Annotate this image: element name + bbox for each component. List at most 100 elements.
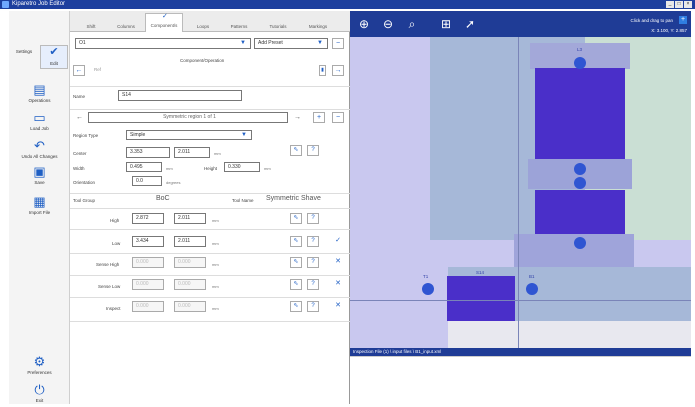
tab-tutorials[interactable]: Tutorials [260,21,296,32]
label-s14: S14 [476,270,485,275]
confirm-low-button[interactable]: ✓ [332,236,344,247]
inspect-y-input[interactable]: 0.000 [174,301,206,312]
marker-right[interactable] [526,283,538,295]
help-sense-low-button[interactable]: ? [307,279,319,290]
close-icon: ✕ [335,280,341,287]
scroll-indicator[interactable]: ▮ [319,65,326,76]
preferences-button[interactable]: ⚙ Preferences [9,355,70,375]
center-x-input[interactable]: 3.353 [126,147,170,158]
inspect-x-input[interactable]: 0.000 [132,301,164,312]
orientation-input[interactable]: 0.0 [132,176,162,186]
pick-high-button[interactable]: ⇖ [290,213,302,224]
region-navigator: Symmetric region 1 of 1 [88,112,288,123]
help-low-button[interactable]: ? [307,236,319,247]
center-y-input[interactable]: 2.011 [174,147,210,158]
sense-low-unit: mm [212,284,219,289]
layout-canvas[interactable]: L3 T1 S14 B1 [350,37,691,356]
tool-name-value[interactable]: Symmetric Shave [266,195,321,202]
import-file-button[interactable]: ▦ Import File [9,195,70,215]
region-type-dropdown[interactable]: Simple ▼ [126,130,252,140]
sense-low-y-input[interactable]: 0.000 [174,279,206,290]
marker-mid-1[interactable] [574,163,586,175]
save-button[interactable]: ▣ Save [9,165,70,185]
high-y-input[interactable]: 2.011 [174,213,206,224]
settings-button[interactable]: Settings [9,49,39,54]
region-next-icon[interactable]: → [294,114,301,121]
undo-icon: ↶ [34,138,45,153]
object-dropdown[interactable]: O1 ▼ [75,38,251,49]
clear-sense-low-button[interactable]: ✕ [332,279,344,290]
sense-low-x-input[interactable]: 0.000 [132,279,164,290]
plus-icon[interactable]: + [679,16,687,24]
pick-sense-high-button[interactable]: ⇖ [290,257,302,268]
pick-low-button[interactable]: ⇖ [290,236,302,247]
checkmark-icon: ✓ [335,237,341,244]
operations-button[interactable]: ▤ Operations [9,83,70,103]
tab-columns[interactable]: Columns [110,21,142,32]
pick-inspect-button[interactable]: ⇖ [290,301,302,312]
marker-mid-2[interactable] [574,177,586,189]
checkmark-icon: ✓ [162,13,168,20]
height-input[interactable]: 0.330 [224,162,260,172]
center-unit: mm [214,151,221,156]
remove-preset-button[interactable]: − [332,38,344,49]
help-icon: ? [311,281,315,287]
section-title: Component/Operation [180,58,225,63]
help-sense-high-button[interactable]: ? [307,257,319,268]
remove-region-button[interactable]: − [332,112,344,123]
zoom-in-icon[interactable]: ⊕ [356,16,372,32]
low-y-input[interactable]: 2.011 [174,236,206,247]
sense-high-y-input[interactable]: 0.000 [174,257,206,268]
help-inspect-button[interactable]: ? [307,301,319,312]
s14-part [447,276,515,321]
pick-center-button[interactable]: ⇖ [290,145,302,156]
low-x-input[interactable]: 3.434 [132,236,164,247]
name-input[interactable]: S14 [118,90,242,101]
marker-top[interactable] [574,57,586,69]
tab-shift[interactable]: Shift [75,21,107,32]
editor-panel: Shift Columns ✓ Component/s Loops Patter… [70,11,350,404]
high-x-input[interactable]: 2.872 [132,213,164,224]
tab-loops[interactable]: Loops [188,21,218,32]
next-component-button[interactable]: → [332,65,344,76]
prev-component-button[interactable]: ← [73,65,85,76]
power-icon: ⏻ [34,382,45,397]
add-region-button[interactable]: + [313,112,325,123]
clear-inspect-button[interactable]: ✕ [332,301,344,312]
sense-high-x-input[interactable]: 0.000 [132,257,164,268]
pick-sense-low-button[interactable]: ⇖ [290,279,302,290]
width-input[interactable]: 0.495 [126,162,162,172]
import-icon: ▦ [33,194,46,209]
exit-label: Exit [35,398,44,403]
marker-left[interactable] [422,283,434,295]
chevron-down-icon: ▼ [317,40,323,46]
close-button[interactable]: × [684,1,692,8]
chevron-down-icon: ▼ [241,132,247,138]
tab-patterns[interactable]: Patterns [222,21,256,32]
region-prev-icon[interactable]: ← [76,114,83,121]
tab-components[interactable]: ✓ Component/s [145,13,183,32]
help-high-button[interactable]: ? [307,213,319,224]
edit-button[interactable]: ✔ Edit [40,45,68,69]
crosshair-h [350,300,691,301]
help-center-button[interactable]: ? [307,145,319,156]
select-arrow-icon[interactable]: ➚ [462,16,478,32]
zoom-out-icon[interactable]: ⊖ [380,16,396,32]
minimize-button[interactable]: _ [666,1,674,8]
exit-button[interactable]: ⏻ Exit [9,383,70,403]
zoom-fit-icon[interactable]: ⌕ [404,16,420,32]
preset-dropdown[interactable]: Add Preset ▼ [254,38,328,49]
help-icon: ? [311,259,315,265]
maximize-button[interactable]: □ [675,1,683,8]
tool-group-value[interactable]: BoC [156,195,170,202]
region-type-value: Simple [130,132,146,138]
clear-sense-high-button[interactable]: ✕ [332,257,344,268]
load-job-button[interactable]: ▭ Load Job [9,111,70,131]
part-lower [535,190,625,236]
marker-lower[interactable] [574,237,586,249]
save-label: Save [34,180,45,185]
tab-markings[interactable]: Markings [300,21,336,32]
undo-all-button[interactable]: ↶ Undo All Changes [9,139,70,159]
ref-label: Ref [94,67,102,72]
grid-view-icon[interactable]: ⊞ [438,16,454,32]
